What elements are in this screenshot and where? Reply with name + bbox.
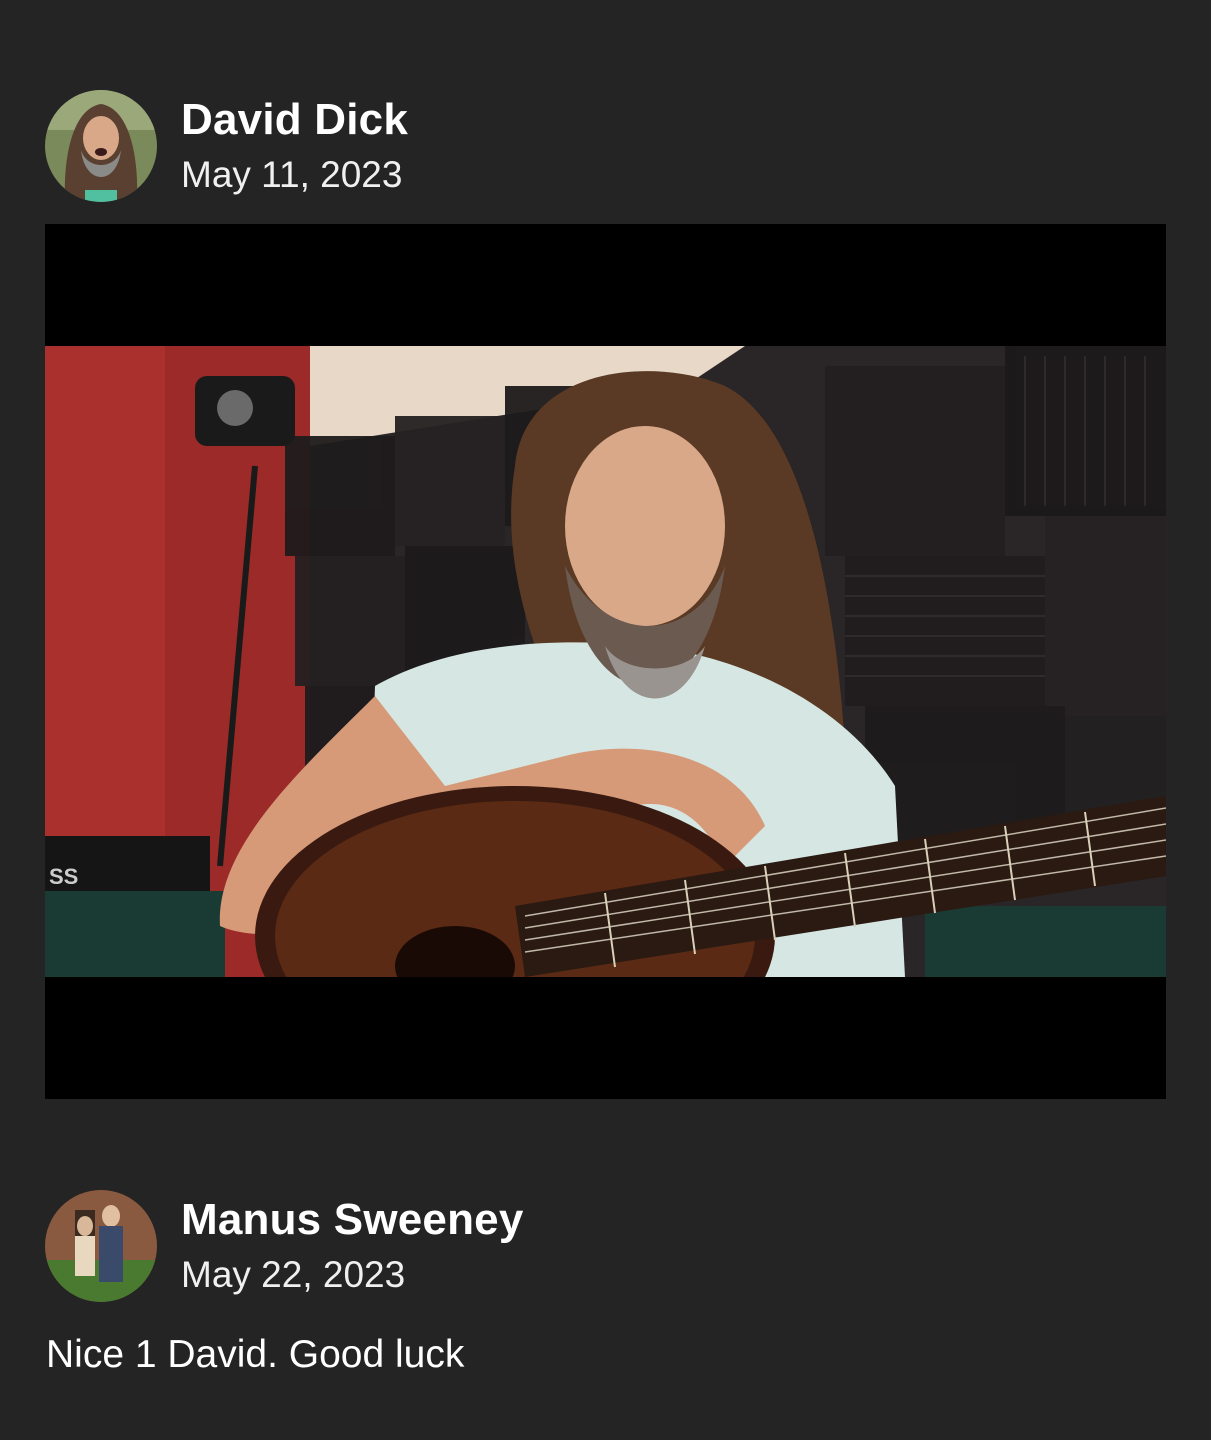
post-meta: David Dick May 11, 2023 <box>181 94 408 198</box>
author-name[interactable]: David Dick <box>181 94 408 146</box>
post-date: May 11, 2023 <box>181 154 403 195</box>
comment-meta: Manus Sweeney May 22, 2023 <box>181 1194 524 1298</box>
avatar-image <box>45 90 157 202</box>
avatar[interactable] <box>45 90 157 202</box>
avatar[interactable] <box>45 1190 157 1302</box>
video-frame[interactable]: SS <box>45 346 1166 977</box>
video-player[interactable]: SS <box>45 224 1166 1099</box>
author-name[interactable]: Manus Sweeney <box>181 1194 524 1246</box>
comment-date: May 22, 2023 <box>181 1254 406 1295</box>
avatar-image <box>45 1190 157 1302</box>
video-thumbnail: SS <box>45 346 1166 977</box>
post-david-dick: David Dick May 11, 2023 <box>45 89 1166 203</box>
comment-manus-sweeney: Manus Sweeney May 22, 2023 <box>45 1189 1166 1303</box>
svg-text:SS: SS <box>49 864 78 889</box>
comment-header: Manus Sweeney May 22, 2023 <box>45 1189 1166 1303</box>
post-header: David Dick May 11, 2023 <box>45 89 1166 203</box>
comment-text: Nice 1 David. Good luck <box>46 1333 465 1376</box>
